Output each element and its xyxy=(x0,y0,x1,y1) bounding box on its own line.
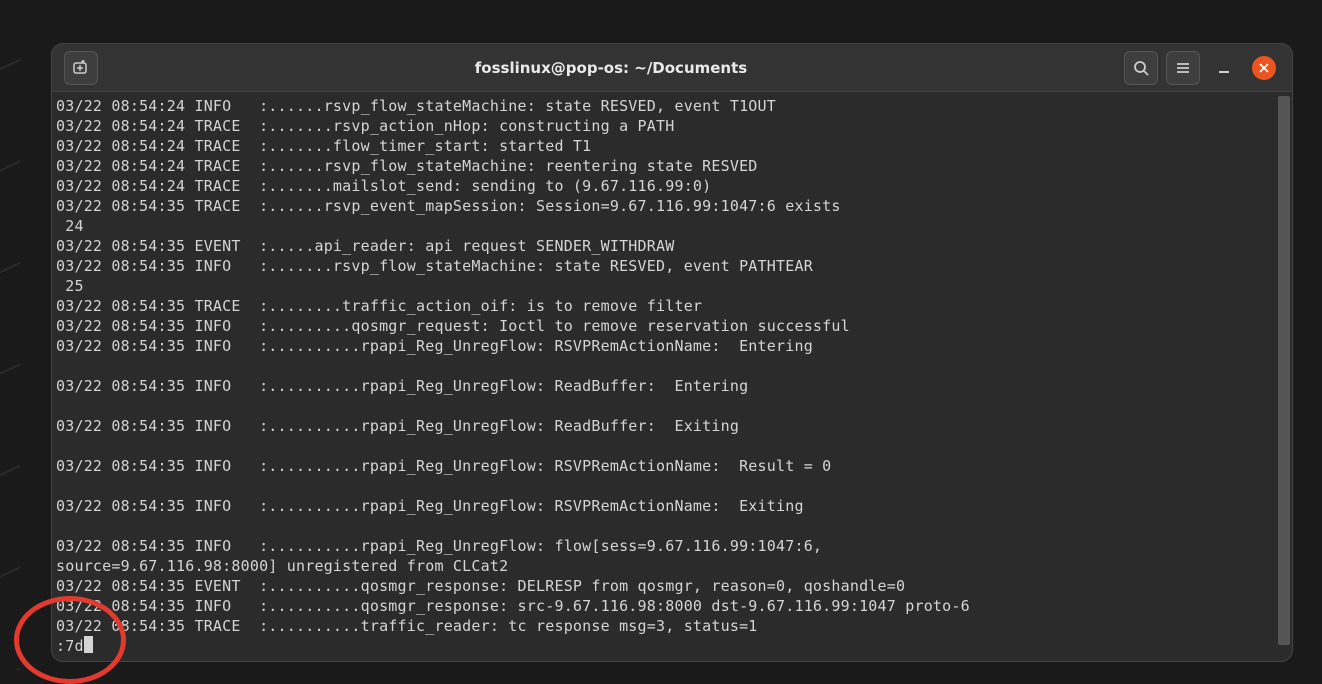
titlebar: fosslinux@pop-os: ~/Documents xyxy=(52,44,1292,92)
minimize-icon xyxy=(1217,61,1231,75)
search-button[interactable] xyxy=(1124,51,1158,85)
titlebar-right-group xyxy=(1120,51,1284,85)
cursor xyxy=(84,636,93,653)
scrollbar[interactable] xyxy=(1278,96,1290,645)
terminal-output: 03/22 08:54:24 INFO :......rsvp_flow_sta… xyxy=(56,96,1288,656)
search-icon xyxy=(1133,60,1149,76)
desktop-dock-hint xyxy=(0,50,20,670)
menu-button[interactable] xyxy=(1166,51,1200,85)
close-icon xyxy=(1259,63,1269,73)
scrollbar-thumb[interactable] xyxy=(1278,96,1290,645)
minimize-button[interactable] xyxy=(1210,54,1238,82)
close-button[interactable] xyxy=(1250,54,1278,82)
close-circle xyxy=(1252,56,1276,80)
new-tab-button[interactable] xyxy=(64,51,98,85)
new-tab-icon xyxy=(72,59,90,77)
terminal-content[interactable]: 03/22 08:54:24 INFO :......rsvp_flow_sta… xyxy=(52,92,1292,661)
hamburger-icon xyxy=(1175,60,1191,76)
terminal-window: fosslinux@pop-os: ~/Documents xyxy=(51,43,1293,662)
window-title: fosslinux@pop-os: ~/Documents xyxy=(102,59,1120,77)
